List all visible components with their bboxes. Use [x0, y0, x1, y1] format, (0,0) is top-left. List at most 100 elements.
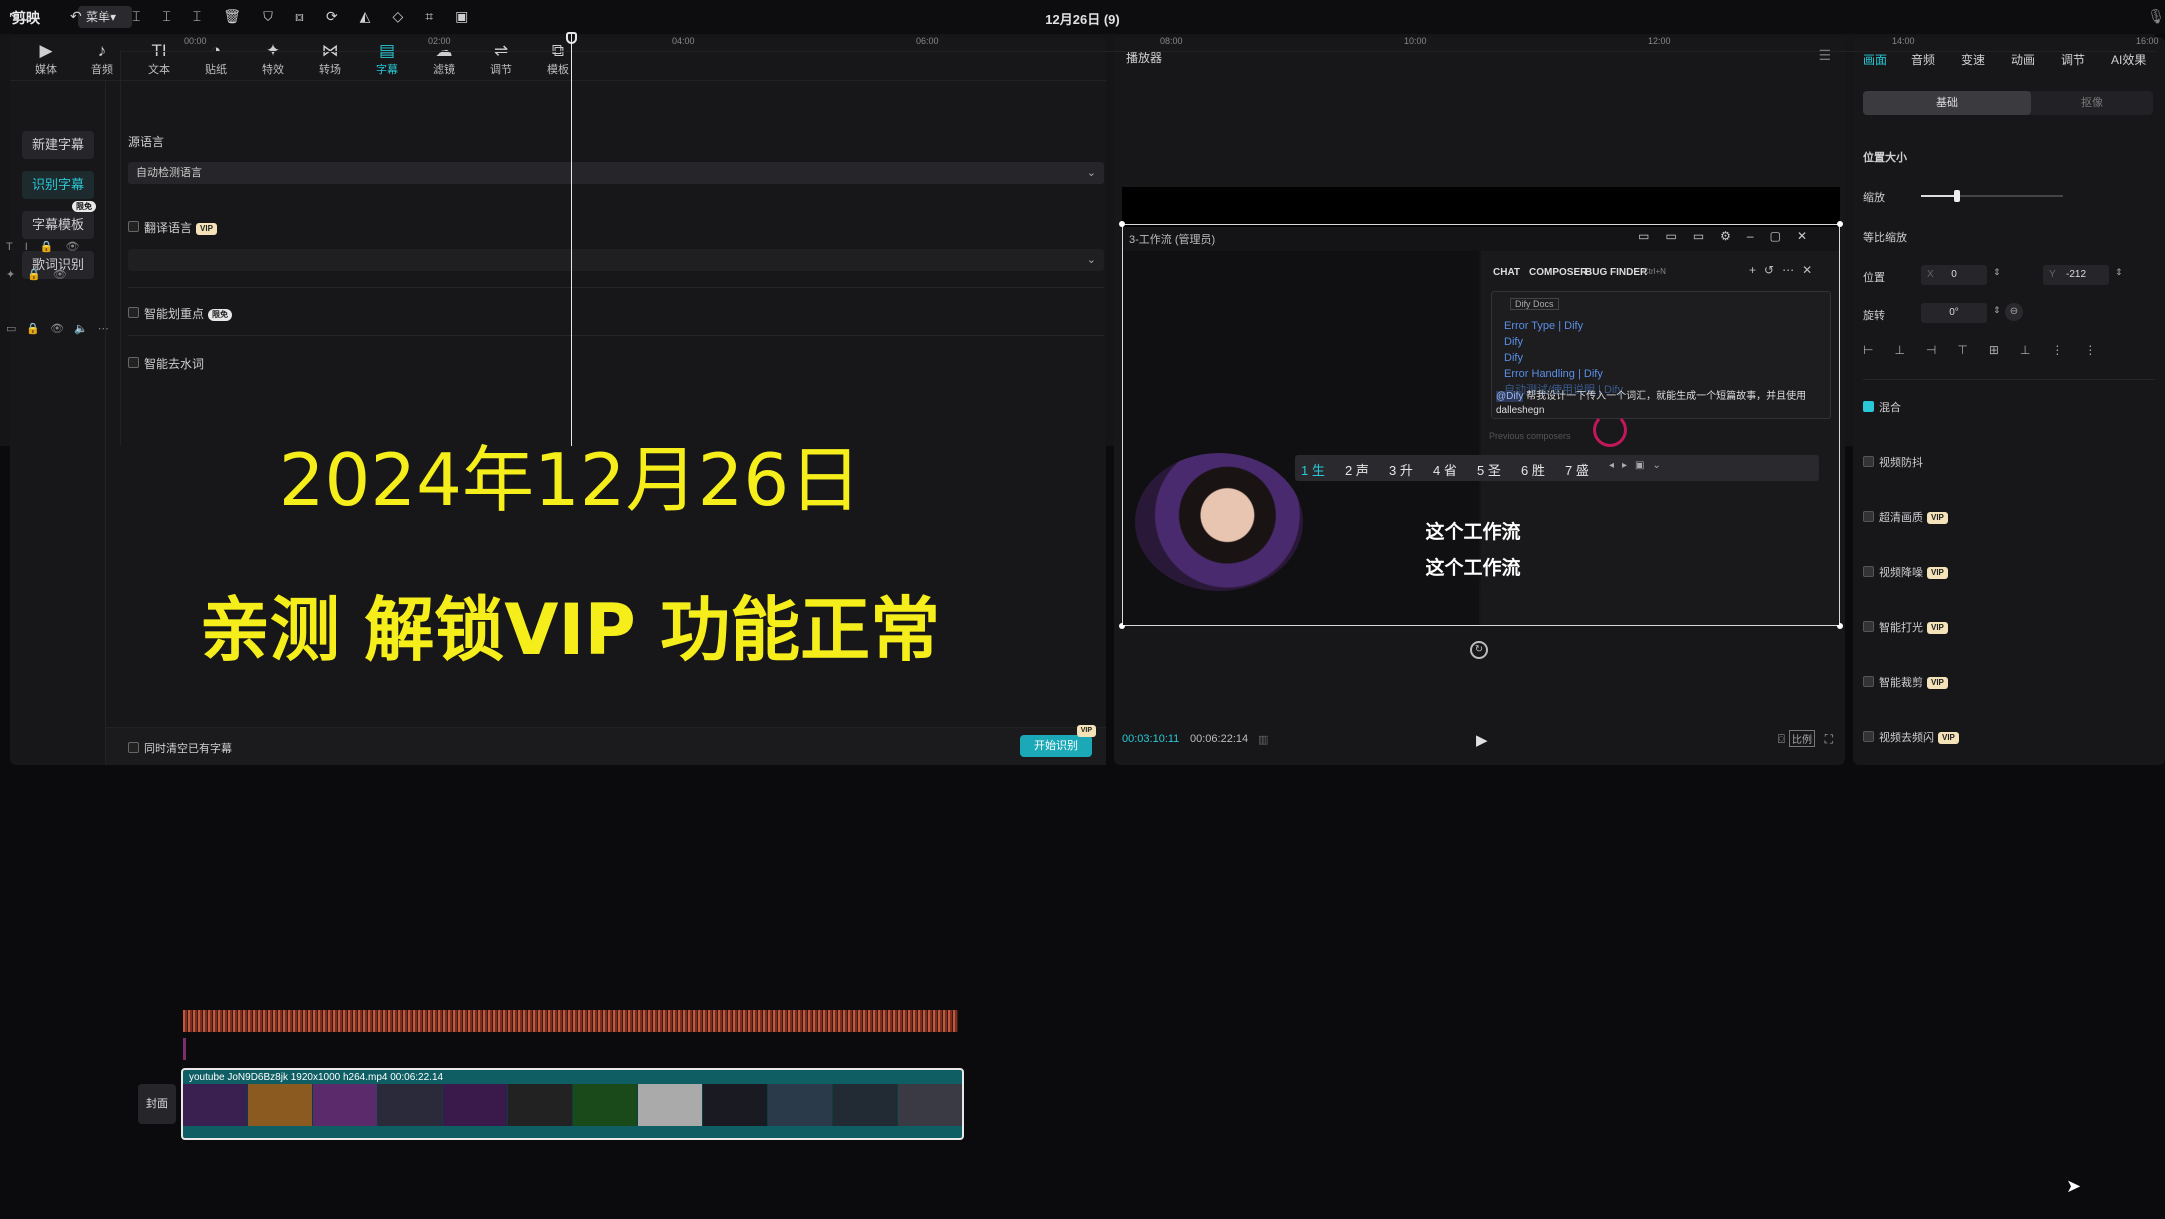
remove-filler-checkbox[interactable] [128, 357, 139, 368]
scale-slider-track[interactable] [1921, 190, 2063, 202]
current-time: 00:03:10:11 [1122, 733, 1180, 745]
text-track-controls[interactable]: TI🔒👁 [6, 240, 91, 253]
undo-icon[interactable]: ↶ [70, 8, 82, 25]
cover-button[interactable]: 封面 [138, 1084, 176, 1124]
doc-link: Dify [1504, 352, 1523, 364]
tab-adjust[interactable]: 调节 [2061, 51, 2085, 68]
tab-speed[interactable]: 变速 [1961, 51, 1985, 68]
vip-badge: VIP [1927, 567, 1948, 580]
tab-picture[interactable]: 画面 [1863, 51, 1887, 68]
tab-composer: COMPOSER [1529, 267, 1588, 278]
caption-panel: ▶ 媒体 ♪ 音频 TI 文本 ◔ 贴纸 ✦ 特效 ⋈ 转场 ▤ 字幕 ☁ 滤镜 ⇌ 调节 ⧉ 模板… [10, 37, 1106, 765]
hd-checkbox[interactable] [1863, 511, 1874, 522]
timecode-format-icon[interactable]: ▥ [1258, 733, 1268, 746]
main-track-controls[interactable]: ▭🔒👁🔈⋯ [6, 322, 119, 335]
stabilize-checkbox[interactable] [1863, 456, 1874, 467]
fullscreen-icon[interactable]: ⛶ [1825, 732, 1833, 747]
caption-track-clips[interactable] [183, 1010, 958, 1032]
position-x-input[interactable]: X0 [1921, 265, 1987, 285]
scale-slider-fill [1921, 195, 1957, 197]
basic-cutout-toggle: 基础 抠像 [1863, 91, 2153, 115]
redo-icon[interactable]: ↷ [100, 8, 112, 25]
play-icon[interactable]: ▶ [1476, 731, 1488, 749]
stepper-icon[interactable]: ⇕ [1993, 305, 2001, 316]
tab-ai-effects[interactable]: AI效果 [2111, 51, 2146, 68]
mic-icon[interactable]: 🎙 [2147, 8, 2165, 25]
stepper-icon[interactable]: ⇕ [2115, 267, 2123, 278]
seg-basic[interactable]: 基础 [1863, 91, 2031, 115]
ime-nav-icons: ◂▸▣⌄ [1609, 460, 1669, 471]
rotate-input[interactable]: 0° [1921, 303, 1987, 323]
ime-candidate: 5 圣 [1477, 463, 1501, 478]
ime-candidate: 4 省 [1433, 463, 1457, 478]
window-controls: ▭▭▭⚙–▢✕ [1638, 229, 1823, 243]
deflicker-checkbox[interactable] [1863, 731, 1874, 742]
start-recognize-button[interactable]: 开始识别 VIP [1020, 725, 1096, 757]
select-tool-icon[interactable]: ↖⌄ [8, 8, 31, 25]
scale-slider-handle[interactable] [1953, 190, 1960, 202]
shortcut-label: Ctrl+N [1643, 267, 1666, 276]
effect-track-controls[interactable]: ✦🔒👁 [6, 268, 79, 281]
vip-badge: VIP [1076, 725, 1096, 737]
position-label: 位置 [1863, 272, 1885, 284]
stabilize-label: 视频防抖 [1879, 457, 1923, 469]
ruler-label: 10:00 [1404, 36, 1427, 46]
playhead[interactable] [571, 32, 572, 446]
denoise-label: 视频降噪 VIP [1879, 564, 1948, 580]
position-y-input[interactable]: Y -212 [2043, 265, 2109, 285]
vip-badge: VIP [1927, 512, 1948, 525]
align-icons[interactable]: ⊢⊥⊣⊤⊞⊥⋮⋮ [1863, 343, 2155, 363]
target-lang-select: ⌄ [128, 249, 1104, 271]
divider [128, 287, 1104, 288]
edit-tool-icons[interactable]: ⌶⌶⌶🗑⛉⧈⟳◭◇⌗▣ [132, 8, 490, 25]
ruler-label: 14:00 [1892, 36, 1915, 46]
deflicker-label: 视频去频闪 VIP [1879, 729, 1959, 745]
smart-split-checkbox[interactable] [128, 307, 139, 318]
player-panel: 播放器 ☰ 3-工作流 (管理员) ▭▭▭⚙–▢✕ CHAT COMPOSER … [1114, 37, 1845, 765]
track-header-divider [120, 52, 121, 446]
source-lang-select[interactable]: 自动检测语言 ⌄ [128, 162, 1104, 184]
translate-checkbox[interactable] [128, 221, 139, 232]
caption-text-top: 这个工作流 [1425, 522, 1521, 543]
subnav-template[interactable]: 字幕模板 限免 [22, 201, 96, 239]
seg-cutout[interactable]: 抠像 [2031, 91, 2153, 115]
mouse-cursor-icon: ➤ [2066, 1176, 2082, 1196]
rotate-dial-icon[interactable]: ⊖ [2005, 303, 2023, 321]
ime-candidate: 3 升 [1389, 463, 1413, 478]
smart-light-checkbox[interactable] [1863, 621, 1874, 632]
ime-candidate-bar: 1 生 2 声 3 升 4 省 5 圣 6 胜 7 盛 ◂▸▣⌄ [1295, 455, 1819, 481]
ruler-label: 02:00 [428, 36, 451, 46]
smart-light-label: 智能打光 VIP [1879, 619, 1948, 635]
free-badge: 限免 [72, 201, 96, 212]
rotate-icon[interactable]: ↻ [1470, 641, 1488, 659]
tab-animation[interactable]: 动画 [2011, 51, 2035, 68]
clear-existing-checkbox[interactable] [128, 742, 139, 753]
ruler-label: 04:00 [672, 36, 695, 46]
chevron-down-icon: ⌄ [1086, 167, 1096, 179]
effect-track-clip[interactable] [183, 1038, 186, 1060]
video-clip[interactable]: youtube JoN9D6Bz8jk 1920x1000 h264.mp4 0… [181, 1068, 964, 1140]
subnav-new-caption[interactable]: 新建字幕 [22, 131, 94, 159]
tool-media[interactable]: ▶ 媒体 [18, 41, 74, 79]
clip-title: youtube JoN9D6Bz8jk 1920x1000 h264.mp4 0… [189, 1072, 444, 1083]
subnav-recognize[interactable]: 识别字幕 [22, 171, 94, 199]
smart-crop-label: 智能裁剪 VIP [1879, 674, 1948, 690]
stepper-icon[interactable]: ⇕ [1993, 267, 2001, 278]
blend-checkbox[interactable] [1863, 401, 1874, 412]
doc-link: Error Type | Dify [1504, 320, 1584, 332]
rotate-label: 旋转 [1863, 310, 1885, 322]
denoise-checkbox[interactable] [1863, 566, 1874, 577]
position-size-label: 位置大小 [1863, 152, 1907, 164]
tab-audio[interactable]: 音频 [1911, 51, 1935, 68]
smart-split-label: 智能划重点 限免 [144, 305, 233, 322]
selection-box[interactable]: 3-工作流 (管理员) ▭▭▭⚙–▢✕ CHAT COMPOSER BUG FI… [1119, 221, 1843, 629]
vip-badge: VIP [1938, 732, 1959, 745]
smart-crop-checkbox[interactable] [1863, 676, 1874, 687]
ratio-button[interactable]: 比例 [1789, 730, 1815, 747]
screenshot-icon[interactable]: ⌼ [1778, 732, 1785, 747]
time-ruler[interactable]: 00:00 02:00 04:00 06:00 08:00 10:00 12:0… [120, 34, 2159, 52]
ruler-label: 16:00 [2136, 36, 2159, 46]
video-letterbox [1122, 187, 1840, 227]
vip-badge: VIP [196, 222, 217, 235]
blend-label: 混合 [1879, 402, 1901, 414]
